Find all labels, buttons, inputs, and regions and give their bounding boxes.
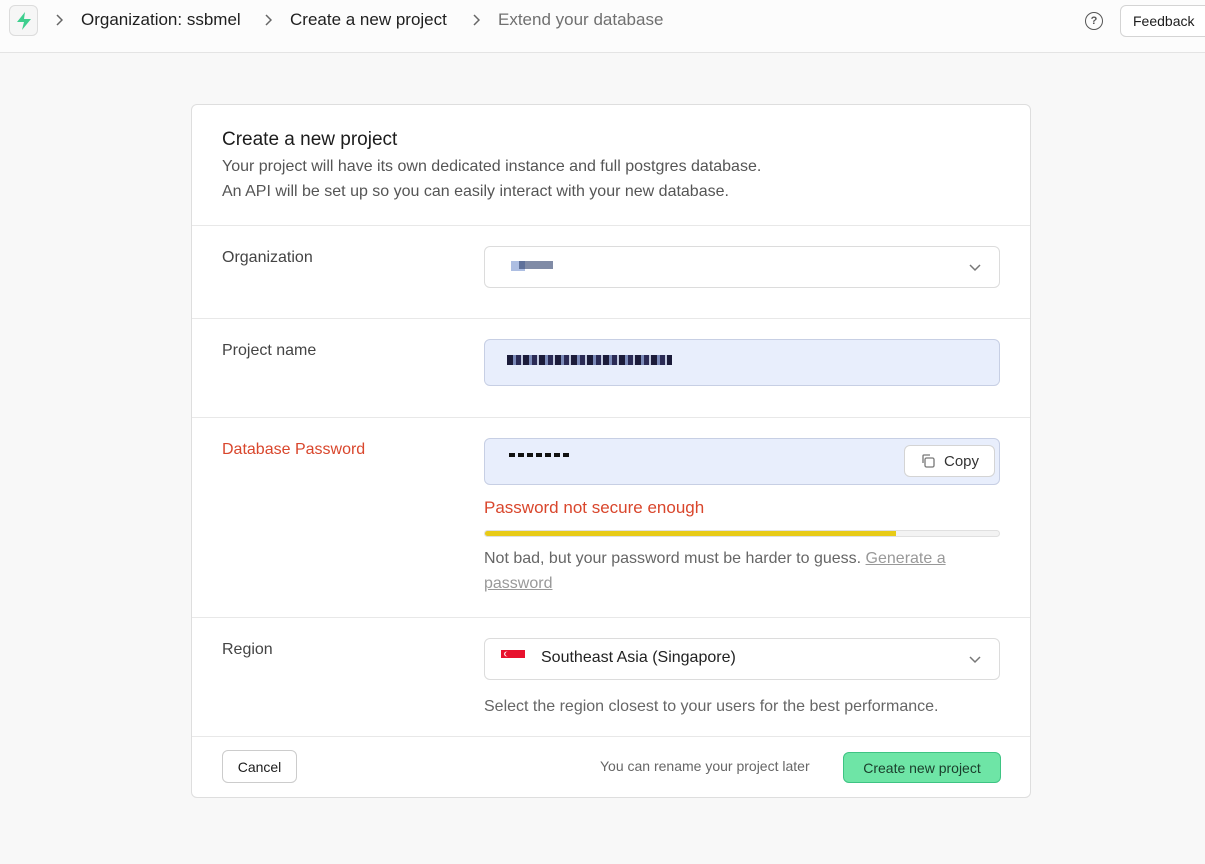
question-circle-icon[interactable]: ? [1085, 12, 1103, 30]
chevron-right-icon [54, 12, 64, 28]
chevron-down-icon [969, 656, 981, 664]
breadcrumb-organization[interactable]: Organization: ssbmel [81, 10, 241, 30]
project-name-section: Project name [192, 319, 1030, 418]
password-error-message: Password not secure enough [484, 498, 705, 517]
breadcrumb-extend-database[interactable]: Extend your database [498, 10, 663, 30]
password-label: Database Password [222, 441, 366, 458]
password-strength-fill [485, 531, 897, 536]
singapore-flag-icon [501, 650, 525, 666]
password-hint-text: Not bad, but your password must be harde… [484, 550, 862, 567]
region-select[interactable]: Southeast Asia (Singapore) [484, 638, 1000, 680]
password-strength-bar [484, 530, 1000, 537]
organization-select[interactable] [484, 246, 1000, 288]
card-description-line2: An API will be set up so you can easily … [222, 183, 729, 200]
region-hint: Select the region closest to your users … [484, 698, 939, 715]
create-project-button[interactable]: Create new project [843, 752, 1001, 783]
project-name-label: Project name [222, 342, 317, 359]
chevron-right-icon [263, 12, 273, 28]
copy-label: Copy [943, 452, 980, 470]
chevron-right-icon [471, 12, 481, 28]
breadcrumb-create-project[interactable]: Create a new project [290, 10, 447, 30]
card-header: Create a new project Your project will h… [192, 105, 1030, 226]
copy-button[interactable]: Copy [904, 445, 995, 477]
organization-label: Organization [222, 249, 313, 266]
region-label: Region [222, 641, 273, 658]
card-description-line1: Your project will have its own dedicated… [222, 158, 762, 175]
rename-note: You can rename your project later [600, 758, 810, 774]
create-project-card: Create a new project Your project will h… [191, 104, 1031, 798]
copy-icon [922, 454, 935, 468]
password-hint: Not bad, but your password must be harde… [484, 546, 1004, 596]
password-section: Database Password Copy Password not secu… [192, 418, 1030, 618]
card-footer: Cancel You can rename your project later… [192, 737, 1030, 797]
organization-section: Organization [192, 226, 1030, 319]
card-title: Create a new project [222, 129, 398, 150]
bolt-icon[interactable] [9, 5, 38, 36]
chevron-down-icon [969, 264, 981, 272]
project-name-input[interactable] [484, 339, 1000, 386]
password-input[interactable]: Copy [484, 438, 1000, 485]
region-value: Southeast Asia (Singapore) [541, 649, 736, 666]
feedback-button[interactable]: Feedback [1120, 5, 1205, 37]
cancel-button[interactable]: Cancel [222, 750, 297, 783]
top-bar: Organization: ssbmel Create a new projec… [0, 0, 1205, 53]
region-section: Region Southeast Asia (Singapore) Select… [192, 618, 1030, 737]
